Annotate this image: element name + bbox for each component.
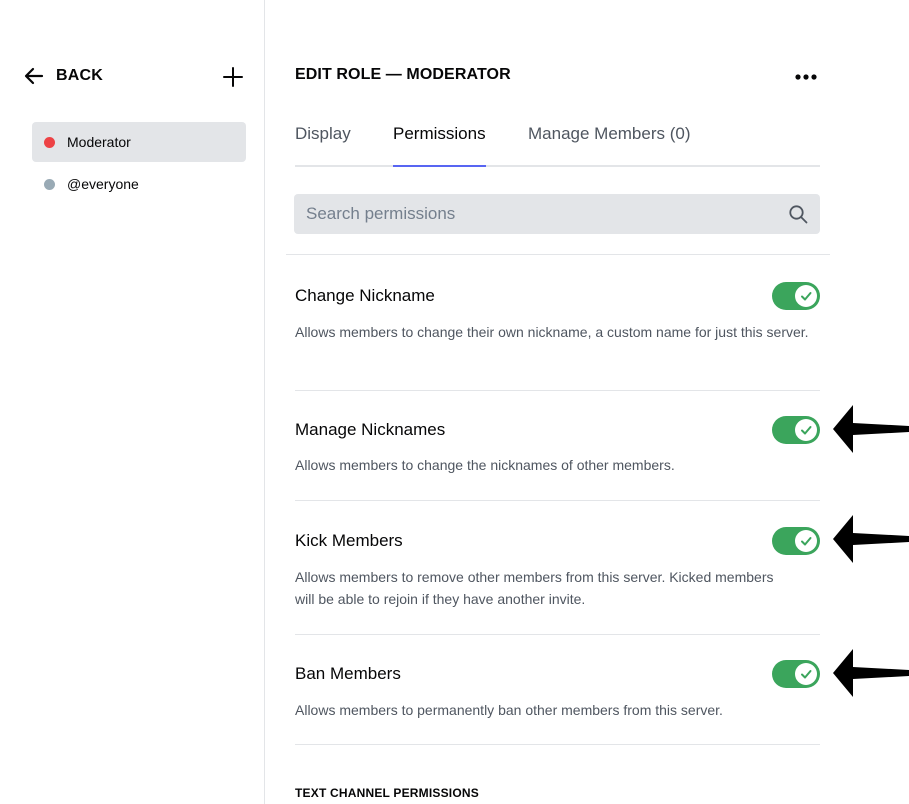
sidebar-header: BACK — [24, 66, 244, 92]
tab-bar: Display Permissions Manage Members (0) — [295, 124, 820, 167]
permission-toggle[interactable] — [772, 282, 820, 310]
toggle-knob — [795, 663, 817, 685]
divider — [295, 634, 820, 635]
permission-description: Allows members to change the nicknames o… — [295, 457, 675, 473]
permission-change-nickname: Change Nickname Allows members to change… — [295, 282, 820, 376]
permission-title: Ban Members — [295, 664, 401, 683]
check-icon — [801, 426, 812, 435]
check-icon — [801, 537, 812, 546]
permission-ban-members: Ban Members Allows members to permanentl… — [295, 660, 820, 724]
permission-toggle[interactable] — [772, 527, 820, 555]
check-icon — [801, 292, 812, 301]
permission-toggle[interactable] — [772, 416, 820, 444]
role-item-everyone[interactable]: @everyone — [32, 164, 246, 204]
divider — [295, 500, 820, 501]
permission-kick-members: Kick Members Allows members to remove ot… — [295, 527, 820, 611]
roles-sidebar: BACK Moderator @everyone — [0, 0, 265, 804]
toggle-knob — [795, 285, 817, 307]
check-icon — [801, 670, 812, 679]
search-bar — [294, 194, 820, 234]
page-title: EDIT ROLE — MODERATOR — [295, 66, 511, 83]
role-editor: EDIT ROLE — MODERATOR Display Permission… — [265, 0, 909, 804]
role-name: Moderator — [67, 134, 131, 150]
annotation-arrow-icon — [833, 649, 909, 697]
permission-toggle[interactable] — [772, 660, 820, 688]
permission-description: Allows members to change their own nickn… — [295, 324, 809, 340]
divider — [295, 744, 820, 745]
role-name: @everyone — [67, 176, 139, 192]
permission-title: Change Nickname — [295, 286, 435, 305]
more-horizontal-icon[interactable] — [792, 66, 820, 86]
annotation-arrow-icon — [833, 405, 909, 453]
permission-description: Allows members to permanently ban other … — [295, 702, 723, 718]
divider — [295, 390, 820, 391]
section-header: TEXT CHANNEL PERMISSIONS — [295, 786, 479, 800]
toggle-knob — [795, 419, 817, 441]
role-item-moderator[interactable]: Moderator — [32, 122, 246, 162]
tab-display[interactable]: Display — [295, 124, 351, 167]
annotation-arrow-icon — [833, 515, 909, 563]
search-icon[interactable] — [788, 204, 808, 224]
tab-permissions[interactable]: Permissions — [393, 124, 486, 167]
search-input[interactable] — [294, 194, 774, 234]
permission-manage-nicknames: Manage Nicknames Allows members to chang… — [295, 416, 820, 480]
tab-manage-members[interactable]: Manage Members (0) — [528, 124, 691, 167]
role-color-dot — [44, 136, 55, 148]
role-color-dot — [44, 179, 55, 190]
permission-description: Allows members to remove other members f… — [295, 569, 774, 607]
arrow-left-icon — [24, 67, 44, 85]
back-button[interactable]: BACK — [24, 66, 103, 86]
divider — [286, 254, 830, 255]
permission-title: Manage Nicknames — [295, 420, 446, 439]
permission-title: Kick Members — [295, 531, 403, 550]
back-label: BACK — [56, 67, 104, 84]
plus-icon[interactable] — [222, 66, 244, 88]
toggle-knob — [795, 530, 817, 552]
